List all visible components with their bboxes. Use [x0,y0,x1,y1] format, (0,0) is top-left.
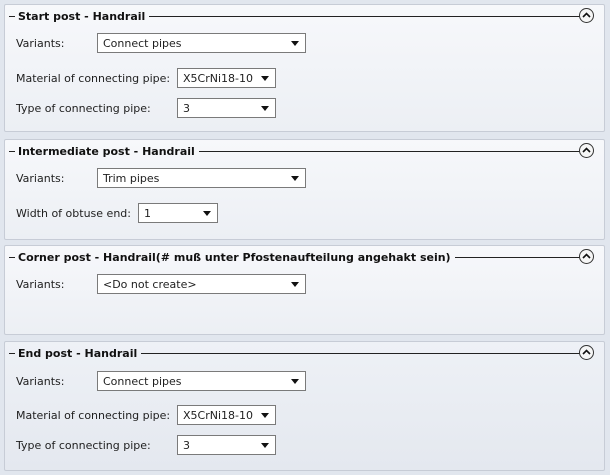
variants-label: Variants: [16,172,65,185]
section-start-post: Start post - Handrail Variants: Connect … [4,4,605,132]
width-value: 1 [144,207,151,220]
variants-dropdown[interactable]: Trim pipes [97,168,306,188]
header-rule [9,257,15,258]
variants-label: Variants: [16,375,65,388]
chevron-down-icon [203,211,211,216]
collapse-icon[interactable] [579,249,594,264]
section-header: Intermediate post - Handrail [5,140,604,164]
section-title: Start post - Handrail [18,10,146,23]
width-label: Width of obtuse end: [16,207,131,220]
chevron-down-icon [261,76,269,81]
header-rule [9,16,15,17]
header-rule [149,16,581,17]
section-title: Corner post - Handrail(# muß unter Pfost… [18,251,451,264]
section-title: End post - Handrail [18,347,138,360]
variants-dropdown[interactable]: <Do not create> [97,274,306,294]
material-value: X5CrNi18-10 [183,409,253,422]
chevron-down-icon [291,176,299,181]
chevron-down-icon [261,106,269,111]
chevron-down-icon [291,379,299,384]
width-dropdown[interactable]: 1 [138,203,218,223]
section-header: End post - Handrail [5,342,604,366]
variants-value: Trim pipes [103,172,160,185]
type-dropdown[interactable]: 3 [177,98,276,118]
header-rule [141,353,581,354]
material-label: Material of connecting pipe: [16,409,171,422]
variants-value: <Do not create> [103,278,197,291]
type-label: Type of connecting pipe: [16,102,151,115]
material-value: X5CrNi18-10 [183,72,253,85]
variants-label: Variants: [16,278,65,291]
section-end-post: End post - Handrail Variants: Connect pi… [4,341,605,471]
header-rule [199,151,581,152]
collapse-icon[interactable] [579,143,594,158]
variants-value: Connect pipes [103,37,182,50]
variants-value: Connect pipes [103,375,182,388]
variants-dropdown[interactable]: Connect pipes [97,371,306,391]
chevron-down-icon [261,413,269,418]
collapse-icon[interactable] [579,8,594,23]
material-dropdown[interactable]: X5CrNi18-10 [177,68,276,88]
variants-label: Variants: [16,37,65,50]
chevron-down-icon [291,282,299,287]
section-header: Corner post - Handrail(# muß unter Pfost… [5,246,604,270]
material-dropdown[interactable]: X5CrNi18-10 [177,405,276,425]
header-rule [9,151,15,152]
type-dropdown[interactable]: 3 [177,435,276,455]
chevron-down-icon [291,41,299,46]
material-label: Material of connecting pipe: [16,72,171,85]
type-value: 3 [183,102,190,115]
header-rule [455,257,581,258]
header-rule [9,353,15,354]
section-corner-post: Corner post - Handrail(# muß unter Pfost… [4,245,605,335]
type-value: 3 [183,439,190,452]
collapse-icon[interactable] [579,345,594,360]
section-title: Intermediate post - Handrail [18,145,195,158]
type-label: Type of connecting pipe: [16,439,151,452]
chevron-down-icon [261,443,269,448]
section-header: Start post - Handrail [5,5,604,29]
section-intermediate-post: Intermediate post - Handrail Variants: T… [4,139,605,240]
variants-dropdown[interactable]: Connect pipes [97,33,306,53]
